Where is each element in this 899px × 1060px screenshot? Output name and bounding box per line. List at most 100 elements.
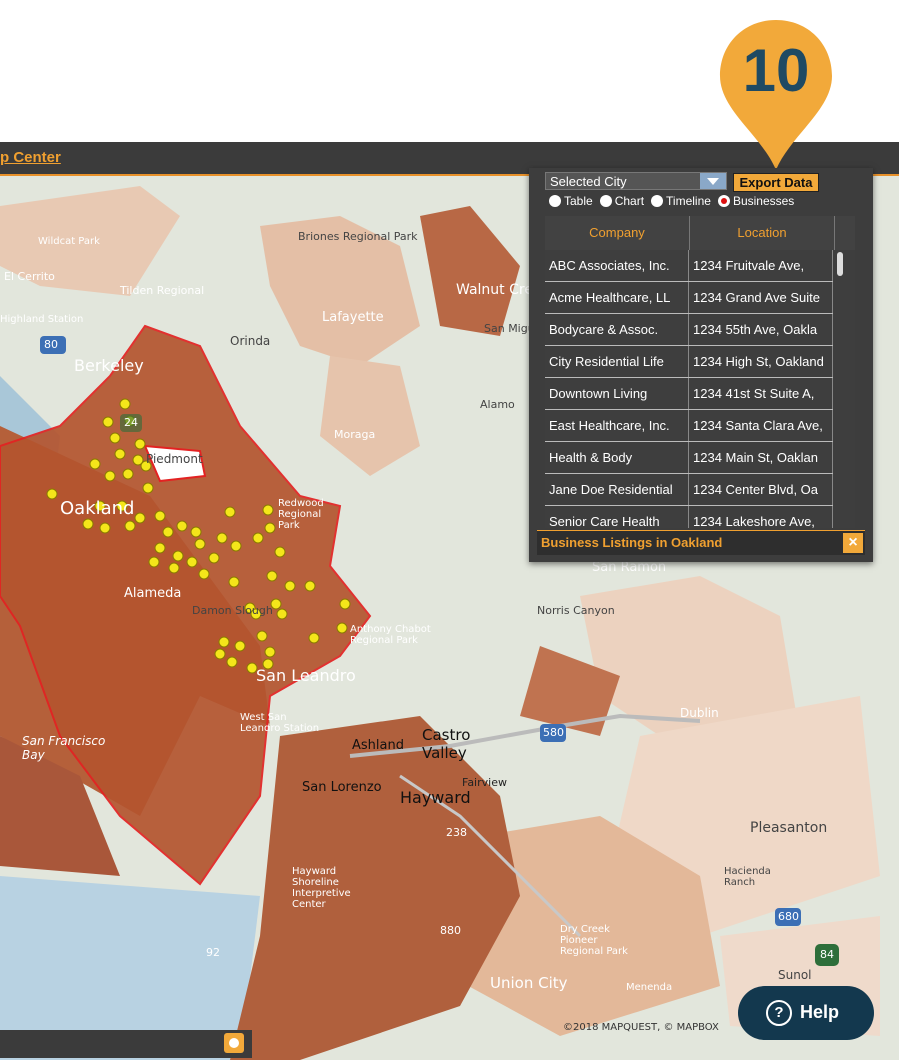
step-marker: 10	[716, 18, 836, 172]
map-label: Anthony Chabot Regional Park	[350, 624, 431, 646]
map-label: Moraga	[334, 428, 376, 441]
highway-shield-label: 880	[440, 924, 461, 937]
map-label: San Lorenzo	[302, 780, 382, 795]
highway-shield-label: 84	[820, 948, 834, 961]
company-cell: Jane Doe Residential	[545, 474, 689, 505]
scrollbar-thumb[interactable]	[837, 252, 843, 276]
column-header-location[interactable]: Location	[690, 216, 835, 250]
map-label: Menenda	[626, 982, 673, 993]
location-cell: 1234 41st St Suite A,	[689, 378, 833, 409]
table-row[interactable]: Downtown Living 1234 41st St Suite A,	[545, 378, 855, 410]
step-number: 10	[742, 37, 810, 104]
bottom-toolbar	[0, 1030, 252, 1058]
table-row[interactable]: ABC Associates, Inc. 1234 Fruitvale Ave,	[545, 250, 855, 282]
company-cell: Health & Body	[545, 442, 689, 473]
map-label: Tilden Regional	[120, 284, 205, 297]
map-label: San Leandro	[256, 666, 356, 685]
company-cell: ABC Associates, Inc.	[545, 250, 689, 281]
table-row[interactable]: Acme Healthcare, LL 1234 Grand Ave Suite	[545, 282, 855, 314]
option-chart[interactable]: Chart	[599, 194, 645, 208]
map-label: Ashland	[352, 738, 404, 753]
map-label: Alameda	[124, 586, 182, 601]
map-label: Redwood Regional Park	[278, 498, 324, 531]
radio-icon[interactable]	[651, 195, 664, 207]
table-header: Company Location	[545, 216, 855, 250]
company-cell: Downtown Living	[545, 378, 689, 409]
location-cell: 1234 Center Blvd, Oa	[689, 474, 833, 505]
table-row[interactable]: City Residential Life 1234 High St, Oakla…	[545, 346, 855, 378]
table-row[interactable]: Health & Body 1234 Main St, Oaklan	[545, 442, 855, 474]
map-label: Dublin	[680, 706, 719, 720]
map-copyright: ©2018 MAPQUEST, © MAPBOX	[563, 1022, 719, 1033]
question-icon: ?	[766, 1000, 792, 1026]
map-label: Dry Creek Pioneer Regional Park	[560, 924, 628, 957]
city-dropdown-value: Selected City	[550, 174, 627, 189]
option-table[interactable]: Table	[549, 194, 593, 208]
table-body: ABC Associates, Inc. 1234 Fruitvale Ave, A…	[545, 250, 855, 528]
business-panel: Selected City Export Data Table Chart Ti…	[529, 168, 873, 562]
radio-icon[interactable]	[599, 195, 612, 207]
expand-icon[interactable]	[224, 1033, 244, 1053]
company-cell: East Healthcare, Inc.	[545, 410, 689, 441]
option-label: Table	[564, 194, 593, 208]
help-label: Help	[800, 1002, 840, 1022]
location-cell: 1234 Grand Ave Suite	[689, 282, 833, 313]
panel-title: Business Listings in Oakland	[541, 535, 723, 550]
table-scrollbar[interactable]	[833, 250, 855, 528]
business-table: Company Location ABC Associates, Inc. 123…	[545, 216, 855, 528]
map-label: San Francisco Bay	[22, 734, 106, 762]
map-label: Damon Slough	[192, 604, 273, 617]
location-cell: 1234 Santa Clara Ave,	[689, 410, 833, 441]
company-cell: City Residential Life	[545, 346, 689, 377]
table-row[interactable]: East Healthcare, Inc. 1234 Santa Clara Av…	[545, 410, 855, 442]
panel-footer: Business Listings in Oakland ×	[537, 530, 865, 555]
map-label: Piedmont	[146, 452, 203, 466]
map-label: Sunol	[778, 968, 812, 982]
highway-shield-label: 580	[543, 726, 564, 739]
map-label: Orinda	[230, 334, 271, 348]
highway-shield-label: 680	[778, 910, 799, 923]
help-button[interactable]: ? Help	[738, 986, 874, 1040]
highway-shield-label: 80	[44, 338, 58, 351]
map-label: Highland Station	[0, 314, 84, 325]
option-timeline[interactable]: Timeline	[651, 194, 711, 208]
map-label: Lafayette	[322, 310, 384, 325]
company-cell: Acme Healthcare, LL	[545, 282, 689, 313]
close-icon[interactable]: ×	[843, 533, 863, 553]
company-cell: Senior Care Health	[545, 506, 689, 528]
map-label: Wildcat Park	[38, 236, 100, 247]
option-businesses[interactable]: Businesses	[717, 194, 795, 208]
location-cell: 1234 High St, Oakland	[689, 346, 833, 377]
option-label: Businesses	[732, 194, 795, 208]
radio-icon[interactable]	[549, 195, 561, 207]
map-label: San Ramon	[592, 560, 667, 575]
option-label: Chart	[614, 194, 645, 208]
map-label: Pleasanton	[750, 820, 828, 836]
column-header-company[interactable]: Company	[545, 216, 690, 250]
location-cell: 1234 55th Ave, Oakla	[689, 314, 833, 345]
chevron-down-icon[interactable]	[700, 173, 726, 189]
company-cell: Bodycare & Assoc.	[545, 314, 689, 345]
option-label: Timeline	[666, 194, 711, 208]
table-row[interactable]: Senior Care Health 1234 Lakeshore Ave,	[545, 506, 855, 528]
map-label: West San Leandro Station	[240, 712, 320, 734]
location-cell: 1234 Lakeshore Ave,	[689, 506, 833, 528]
location-cell: 1234 Main St, Oaklan	[689, 442, 833, 473]
map-label: Hacienda Ranch	[724, 866, 771, 888]
map-label: Union City	[490, 974, 568, 992]
help-center-link[interactable]: p Center	[0, 149, 61, 166]
map-label: Briones Regional Park	[298, 230, 418, 243]
map-label: Hayward Shoreline Interpretive Center	[292, 866, 351, 910]
map-label: Berkeley	[74, 356, 144, 375]
map-label: Oakland	[60, 498, 135, 519]
table-row[interactable]: Bodycare & Assoc. 1234 55th Ave, Oakla	[545, 314, 855, 346]
radio-selected-icon[interactable]	[717, 195, 730, 207]
map-label: Alamo	[480, 398, 515, 411]
table-row[interactable]: Jane Doe Residential 1234 Center Blvd, Oa	[545, 474, 855, 506]
map-label: Norris Canyon	[537, 604, 615, 617]
map-label: Castro Valley	[422, 726, 471, 762]
export-data-button[interactable]: Export Data	[733, 173, 819, 192]
highway-shield-label: 238	[446, 826, 467, 839]
city-dropdown[interactable]: Selected City	[545, 172, 727, 190]
highway-shield-label: 24	[124, 416, 138, 429]
